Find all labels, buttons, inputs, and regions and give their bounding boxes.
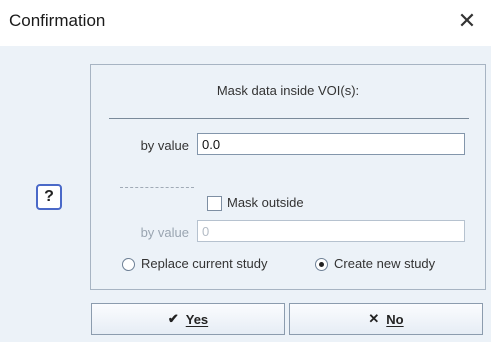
- yes-button-label: Yes: [185, 311, 209, 327]
- title-bar: Confirmation ✕: [0, 0, 491, 46]
- by-value-label: by value: [140, 138, 189, 153]
- replace-current-study-label: Replace current study: [141, 256, 268, 271]
- outside-by-value-label: by value: [140, 225, 189, 240]
- create-new-study-radio[interactable]: [315, 258, 328, 271]
- outside-by-value-input[interactable]: 0: [197, 220, 465, 242]
- confirmation-dialog: Confirmation ✕ ? Mask data inside VOI(s)…: [0, 0, 491, 342]
- replace-current-study-radio[interactable]: [122, 258, 135, 271]
- separator: [109, 118, 469, 119]
- yes-button[interactable]: ✔ Yes: [91, 303, 285, 335]
- by-value-input[interactable]: 0.0: [197, 133, 465, 155]
- no-button[interactable]: ✕ No: [289, 303, 483, 335]
- close-icon[interactable]: ✕: [455, 8, 479, 34]
- mask-outside-checkbox[interactable]: [207, 196, 222, 211]
- create-new-study-label: Create new study: [334, 256, 436, 271]
- dashed-separator: [120, 187, 194, 188]
- question-icon: ?: [36, 184, 62, 210]
- options-panel: Mask data inside VOI(s): by value 0.0 Ma…: [90, 64, 486, 290]
- panel-heading: Mask data inside VOI(s):: [216, 83, 360, 98]
- mask-outside-label: Mask outside: [227, 195, 304, 210]
- x-icon: ✕: [368, 311, 380, 326]
- dialog-title: Confirmation: [9, 11, 106, 30]
- no-button-label: No: [386, 311, 404, 327]
- check-icon: ✔: [167, 311, 179, 326]
